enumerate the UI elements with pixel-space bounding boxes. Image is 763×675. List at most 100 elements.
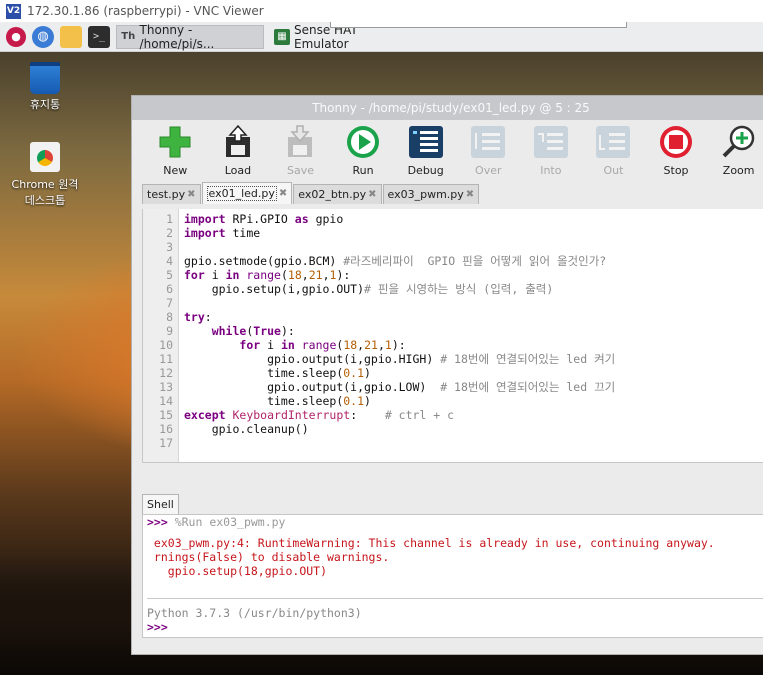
step-out-icon: [595, 124, 631, 160]
code-text: gpio.cleanup(): [184, 422, 309, 436]
tab-ex03-pwm-py[interactable]: ex03_pwm.py ✖: [382, 184, 480, 204]
line-number: 11: [159, 352, 173, 366]
code-text: time.sleep(0.1): [184, 366, 371, 380]
desktop: ● ◍ >_ Th Thonny - /home/pi/s... ▦ Sense…: [0, 22, 763, 675]
web-browser-icon[interactable]: ◍: [32, 25, 54, 48]
stop-icon: [658, 124, 694, 160]
line-number: 16: [159, 422, 173, 436]
shell-error-line: ex03_pwm.py:4: RuntimeWarning: This chan…: [147, 536, 715, 550]
stop-button[interactable]: Stop: [645, 120, 708, 177]
zoom-button[interactable]: Zoom: [707, 120, 763, 177]
thonny-window: Thonny - /home/pi/study/ex01_led.py @ 5 …: [131, 95, 763, 655]
code-line: 8 try:: [143, 310, 763, 324]
close-icon[interactable]: ✖: [279, 188, 287, 199]
new-file-icon: [157, 124, 193, 160]
shell-input-line[interactable]: >>>: [147, 620, 168, 634]
line-number: 7: [166, 296, 173, 310]
save-button[interactable]: Save: [269, 120, 332, 177]
window-title: Thonny - /home/pi/study/ex01_led.py @ 5 …: [132, 96, 763, 120]
line-number: 12: [159, 366, 173, 380]
line-number: 14: [159, 394, 173, 408]
save-icon: [282, 124, 318, 160]
new-label: New: [163, 164, 188, 177]
tab-ex02-btn-py[interactable]: ex02_btn.py ✖: [293, 184, 382, 204]
shell-divider: [147, 598, 763, 599]
tab-label: ex02_btn.py: [298, 188, 367, 201]
shell-error-line: rnings(False) to disable warnings.: [147, 550, 390, 564]
shell-panel[interactable]: >>> %Run ex03_pwm.py ex03_pwm.py:4: Runt…: [142, 514, 763, 638]
close-icon[interactable]: ✖: [368, 189, 376, 200]
run-label: Run: [352, 164, 374, 177]
load-button[interactable]: Load: [207, 120, 270, 177]
line-number: 3: [166, 240, 173, 254]
desktop-icon-trash[interactable]: 휴지통: [5, 62, 85, 112]
load-label: Load: [224, 164, 252, 177]
shell-prompt: >>>: [147, 620, 168, 634]
code-line: 17: [143, 436, 763, 450]
line-number: 8: [166, 310, 173, 324]
run-icon: [345, 124, 381, 160]
code-text: gpio.output(i,gpio.LOW) # 18번에 연결되어있는 le…: [184, 380, 616, 394]
shell-prompt: >>>: [147, 515, 168, 529]
code-line: 9 while(True):: [143, 324, 763, 338]
taskbar: ● ◍ >_ Th Thonny - /home/pi/s... ▦ Sense…: [0, 22, 763, 52]
code-text: time.sleep(0.1): [184, 394, 371, 408]
step-into-icon: [533, 124, 569, 160]
code-line: 5 for i in range(18,21,1):: [143, 268, 763, 282]
shell-error-line: gpio.setup(18,gpio.OUT): [147, 564, 328, 578]
code-text: import RPi.GPIO as gpio: [184, 212, 344, 226]
line-number: 1: [166, 212, 173, 226]
debug-button[interactable]: Debug: [394, 120, 457, 177]
tab-shell[interactable]: Shell: [142, 494, 179, 514]
taskbar-item-thonny[interactable]: Th Thonny - /home/pi/s...: [116, 23, 264, 51]
editor-tabs: test.py ✖ ex01_led.py ✖ ex02_btn.py ✖ ex…: [132, 182, 763, 204]
code-line: 15 except KeyboardInterrupt: # ctrl + c: [143, 408, 763, 422]
tab-label: ex01_led.py: [206, 186, 277, 201]
desktop-icon-chrome-remote[interactable]: Chrome 원격 데스크톱: [5, 142, 85, 208]
sense-hat-icon: ▦: [274, 28, 290, 45]
tab-ex01-led-py[interactable]: ex01_led.py ✖: [201, 182, 293, 204]
step-out-label: Out: [603, 164, 624, 177]
code-text: gpio.setup(i,gpio.OUT)# 핀을 시영하는 방식 (입력, …: [184, 282, 554, 296]
line-number: 17: [159, 436, 173, 450]
code-text: while(True):: [211, 324, 295, 338]
line-number: 4: [166, 254, 173, 268]
vnc-logo-icon: V2: [6, 3, 21, 19]
step-over-button[interactable]: Over: [457, 120, 520, 177]
code-text: import time: [184, 226, 261, 240]
step-into-button[interactable]: Into: [520, 120, 583, 177]
code-line: 1 import RPi.GPIO as gpio: [143, 212, 763, 226]
line-number: 9: [166, 324, 173, 338]
python-version-line: Python 3.7.3 (/usr/bin/python3): [147, 606, 362, 620]
terminal-icon[interactable]: >_: [88, 25, 110, 48]
line-number: 2: [166, 226, 173, 240]
tab-label: test.py: [147, 188, 186, 201]
code-line: 4 gpio.setmode(gpio.BCM) #라즈베리파이 GPIO 핀을 …: [143, 254, 763, 268]
file-manager-icon[interactable]: [60, 25, 82, 48]
taskbar-item-sense-hat[interactable]: ▦ Sense HAT Emulator: [270, 23, 420, 51]
run-button[interactable]: Run: [332, 120, 395, 177]
code-line: 6 gpio.setup(i,gpio.OUT)# 핀을 시영하는 방식 (입력…: [143, 282, 763, 296]
code-line: 10 for i in range(18,21,1):: [143, 338, 763, 352]
code-line: 16 gpio.cleanup(): [143, 422, 763, 436]
line-number: 6: [166, 282, 173, 296]
code-text: for i in range(18,21,1):: [184, 268, 351, 282]
code-text: try:: [184, 310, 212, 324]
new-button[interactable]: New: [144, 120, 207, 177]
step-over-icon: [470, 124, 506, 160]
code-text: except KeyboardInterrupt: # ctrl + c: [184, 408, 455, 422]
close-icon[interactable]: ✖: [466, 189, 474, 200]
line-number: 10: [159, 338, 173, 352]
shell-run-line: >>> %Run ex03_pwm.py: [147, 515, 285, 529]
line-number: 15: [159, 408, 173, 422]
debug-label: Debug: [407, 164, 444, 177]
code-editor[interactable]: 1 import RPi.GPIO as gpio 2 import time 3 …: [142, 209, 763, 463]
close-icon[interactable]: ✖: [187, 189, 195, 200]
step-out-button[interactable]: Out: [582, 120, 645, 177]
tab-test-py[interactable]: test.py ✖: [142, 184, 201, 204]
line-number: 5: [166, 268, 173, 282]
taskbar-text-field[interactable]: [330, 22, 627, 28]
code-line: 13 gpio.output(i,gpio.LOW) # 18번에 연결되어있는…: [143, 380, 763, 394]
raspberry-menu-icon[interactable]: ●: [6, 26, 26, 47]
vnc-title: 172.30.1.86 (raspberrypi) - VNC Viewer: [27, 4, 264, 18]
